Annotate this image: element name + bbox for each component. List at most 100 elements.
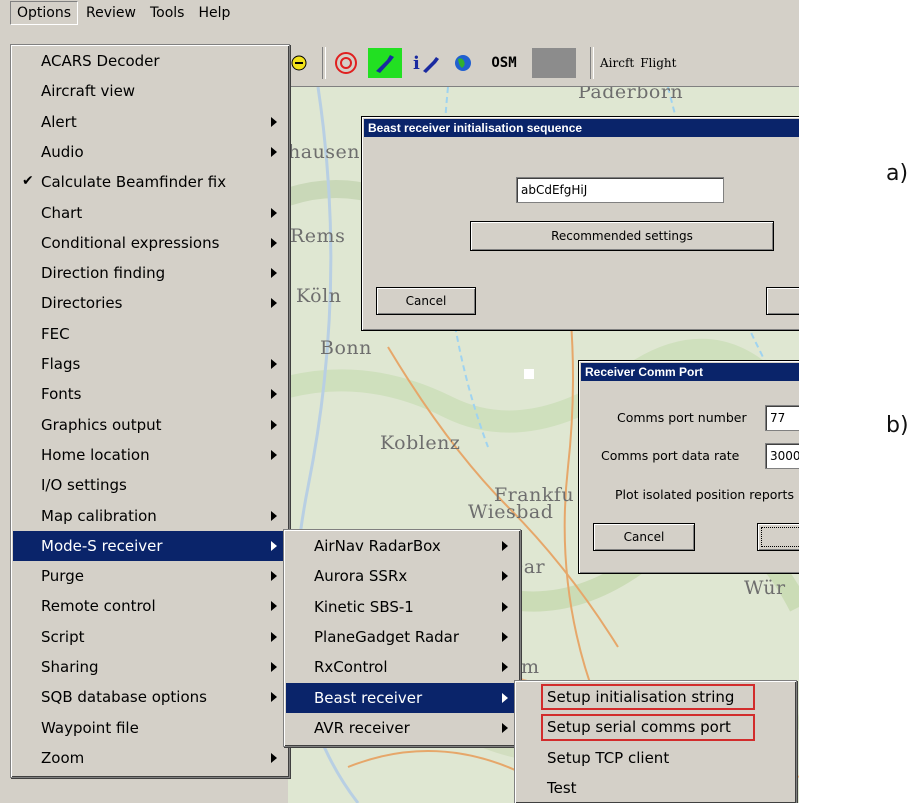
menu-item-conditional-expressions[interactable]: Conditional expressions: [13, 228, 287, 258]
recommended-settings-button[interactable]: Recommended settings: [470, 221, 774, 251]
menu-item-sharing[interactable]: Sharing: [13, 652, 287, 682]
data-rate-input[interactable]: 3000000: [765, 443, 799, 469]
menu-item-fec[interactable]: FEC: [13, 319, 287, 349]
map-label: Koblenz: [380, 432, 461, 454]
menu-help[interactable]: Help: [192, 2, 236, 24]
menu-item-remote-control[interactable]: Remote control: [13, 591, 287, 621]
menu-item-label: Kinetic SBS-1: [314, 597, 414, 616]
menu-item-script[interactable]: Script: [13, 622, 287, 652]
cancel-button[interactable]: Cancel: [376, 287, 476, 315]
submenu-arrow-icon: [271, 631, 277, 642]
map-label: Paderborn: [578, 87, 684, 103]
menu-item-waypoint-file[interactable]: Waypoint file: [13, 713, 287, 743]
menu-item-label: I/O settings: [41, 476, 127, 495]
submenu-arrow-icon: [271, 419, 277, 430]
menu-item-fonts[interactable]: Fonts: [13, 379, 287, 409]
globe-icon[interactable]: [450, 48, 476, 78]
flight-button[interactable]: Flight: [640, 48, 676, 78]
toolbar-separator: [322, 47, 326, 79]
menu-options[interactable]: Options: [10, 1, 79, 25]
menu-item-label: Calculate Beamfinder fix: [41, 173, 227, 192]
menu-item-label: RxControl: [314, 658, 388, 677]
menu-tools[interactable]: Tools: [144, 2, 191, 24]
menu-item-map-calibration[interactable]: Map calibration: [13, 501, 287, 531]
menu-bar: Options Review Tools Help: [0, 0, 799, 26]
menu-item-directories[interactable]: Directories: [13, 288, 287, 318]
options-menu: ACARS Decoder Aircraft view Alert Audio ✔ Cal…: [10, 44, 290, 778]
submenu-item-planegadget-radar[interactable]: PlaneGadget Radar: [286, 622, 518, 652]
red-highlight-box: [541, 684, 755, 711]
menu-item-label: PlaneGadget Radar: [314, 627, 460, 646]
menu-item-home-location[interactable]: Home location: [13, 440, 287, 470]
submenu-arrow-icon: [271, 207, 277, 218]
port-number-input[interactable]: 77: [765, 405, 799, 431]
beast-item-setup-tcp-client[interactable]: Setup TCP client: [517, 743, 794, 773]
beast-item-test[interactable]: Test: [517, 773, 794, 803]
menu-item-calculate-beamfinder-fix[interactable]: ✔ Calculate Beamfinder fix: [13, 167, 287, 197]
menu-item-label: Directories: [41, 294, 123, 313]
ok-button[interactable]: OK: [757, 523, 799, 551]
submenu-arrow-icon: [502, 541, 508, 551]
menu-item-label: Flags: [41, 355, 81, 373]
menu-item-graphics-output[interactable]: Graphics output: [13, 410, 287, 440]
beast-init-dialog-titlebar: Beast receiver initialisation sequence ×: [364, 119, 799, 137]
submenu-item-airnav-radarbox[interactable]: AirNav RadarBox: [286, 531, 518, 561]
submenu-item-rxcontrol[interactable]: RxControl: [286, 652, 518, 682]
info-wrench-icon[interactable]: i: [410, 48, 442, 78]
submenu-arrow-icon: [502, 601, 508, 612]
cancel-button[interactable]: Cancel: [593, 523, 695, 551]
menu-item-audio[interactable]: Audio: [13, 137, 287, 167]
menu-item-label: AirNav RadarBox: [314, 537, 441, 555]
comm-port-dialog-titlebar: Receiver Comm Port ×: [581, 363, 799, 381]
zoom-icon[interactable]: [290, 48, 308, 78]
menu-item-label: Test: [547, 778, 577, 797]
wrench-green-icon[interactable]: [368, 48, 402, 78]
menu-item-label: FEC: [41, 324, 70, 343]
submenu-arrow-icon: [271, 116, 277, 127]
submenu-item-aurora-ssrx[interactable]: Aurora SSRx: [286, 561, 518, 591]
menu-item-chart[interactable]: Chart: [13, 198, 287, 228]
ok-button[interactable]: OK: [766, 287, 799, 315]
menu-item-label: Remote control: [41, 597, 156, 616]
menu-item-flags[interactable]: Flags: [13, 349, 287, 379]
menu-item-acars-decoder[interactable]: ACARS Decoder: [13, 46, 287, 76]
menu-item-label: Fonts: [41, 385, 82, 404]
beast-item-setup-initialisation-string[interactable]: Setup initialisation string: [517, 682, 794, 712]
menu-item-label: Direction finding: [41, 264, 166, 283]
menu-item-direction-finding[interactable]: Direction finding: [13, 258, 287, 288]
menu-item-aircraft-view[interactable]: Aircraft view: [13, 76, 287, 106]
menu-item-zoom[interactable]: Zoom: [13, 743, 287, 773]
menu-item-i-o-settings[interactable]: I/O settings: [13, 470, 287, 500]
menu-item-purge[interactable]: Purge: [13, 561, 287, 591]
osm-button[interactable]: OSM: [484, 48, 524, 78]
callout-a: a): [886, 161, 909, 186]
toolbar: i OSM Aircft Flight: [288, 40, 799, 87]
submenu-arrow-icon: [271, 268, 277, 279]
beast-init-dialog: Beast receiver initialisation sequence ×…: [361, 116, 799, 331]
callout-b: b): [886, 413, 909, 438]
menu-item-mode-s-receiver[interactable]: Mode-S receiver: [13, 530, 287, 561]
dialog-title: Beast receiver initialisation sequence: [368, 121, 583, 135]
submenu-arrow-icon: [271, 752, 277, 763]
menu-item-label: Beast receiver: [314, 688, 423, 707]
menu-item-label: Audio: [41, 142, 84, 161]
init-string-input[interactable]: abCdEfgHiJ: [516, 177, 724, 203]
menu-item-sqb-database-options[interactable]: SQB database options: [13, 682, 287, 712]
checkmark-icon: ✔: [22, 173, 34, 190]
target-icon[interactable]: [332, 48, 360, 78]
submenu-arrow-icon: [271, 601, 277, 612]
grey-swatch[interactable]: [532, 48, 576, 78]
menu-item-label: SQB database options: [41, 688, 207, 707]
submenu-arrow-icon: [271, 298, 277, 309]
submenu-item-avr-receiver[interactable]: AVR receiver: [286, 713, 518, 743]
menu-item-alert[interactable]: Alert: [13, 107, 287, 137]
aircraft-button[interactable]: Aircft: [600, 48, 634, 78]
submenu-arrow-icon: [271, 510, 277, 521]
beast-item-setup-serial-comms-port[interactable]: Setup serial comms port: [517, 712, 794, 742]
port-number-label: Comms port number: [617, 410, 747, 425]
submenu-item-kinetic-sbs-1[interactable]: Kinetic SBS-1: [286, 592, 518, 622]
submenu-arrow-icon: [271, 389, 277, 400]
menu-review[interactable]: Review: [80, 2, 142, 24]
submenu-item-beast-receiver[interactable]: Beast receiver: [286, 682, 518, 713]
menu-item-label: Chart: [41, 203, 83, 222]
